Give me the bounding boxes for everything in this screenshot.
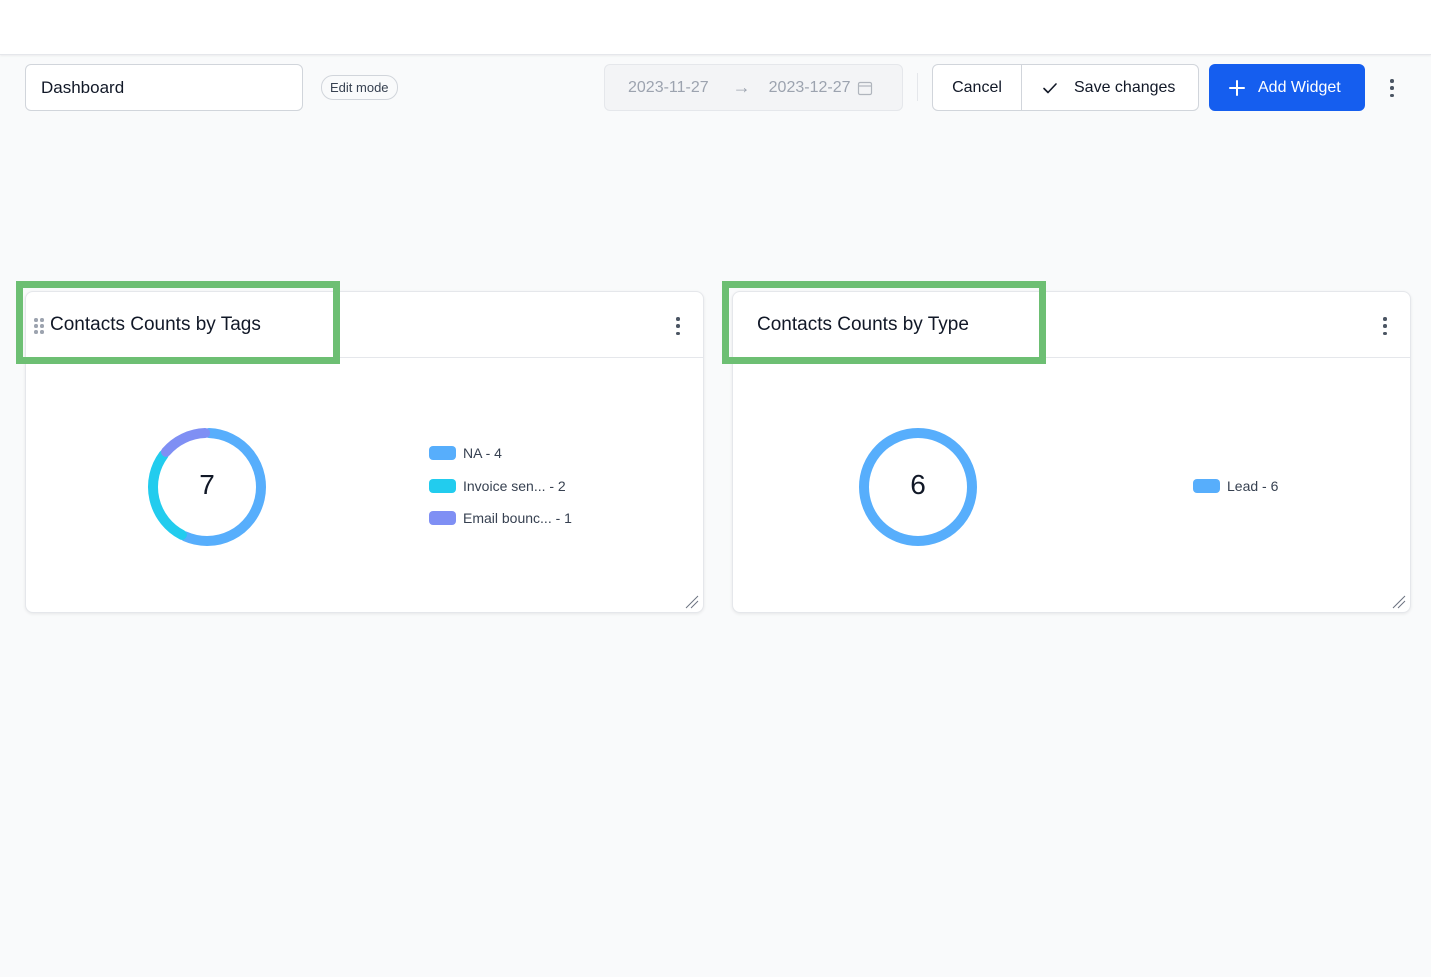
widget-card-type: Contacts Counts by Type 6 Lead - 6 xyxy=(732,291,1411,613)
legend-swatch xyxy=(429,446,456,460)
save-changes-label: Save changes xyxy=(1074,78,1176,96)
legend-item[interactable]: NA - 4 xyxy=(429,445,502,461)
date-end[interactable]: 2023-12-27 xyxy=(769,79,851,97)
cancel-button[interactable]: Cancel xyxy=(933,65,1022,110)
widget-title: Contacts Counts by Type xyxy=(757,314,969,335)
widget-more-icon[interactable] xyxy=(1382,317,1388,335)
arrow-right-icon: → xyxy=(732,77,751,97)
drag-handle-icon[interactable] xyxy=(34,318,44,334)
legend-swatch xyxy=(429,479,456,493)
widget-more-icon[interactable] xyxy=(675,317,681,335)
plus-icon xyxy=(1229,79,1245,96)
legend-label: Email bounc... - 1 xyxy=(463,510,572,526)
add-widget-label: Add Widget xyxy=(1258,78,1341,96)
resize-handle-icon[interactable] xyxy=(685,595,699,609)
edit-actions-group: Cancel Save changes xyxy=(932,64,1199,111)
widget-title: Contacts Counts by Tags xyxy=(50,314,261,335)
edit-mode-badge: Edit mode xyxy=(321,75,398,100)
check-icon xyxy=(1043,82,1057,93)
legend-item[interactable]: Invoice sen... - 2 xyxy=(429,478,566,494)
donut-total: 7 xyxy=(199,469,215,500)
donut-segment[interactable] xyxy=(160,428,211,457)
cancel-button-label: Cancel xyxy=(952,78,1002,96)
legend-item[interactable]: Lead - 6 xyxy=(1193,478,1278,494)
date-start[interactable]: 2023-11-27 xyxy=(628,79,709,97)
legend-label: NA - 4 xyxy=(463,445,502,461)
date-range-picker[interactable]: 2023-11-27 → 2023-12-27 xyxy=(604,64,903,111)
legend-label: Lead - 6 xyxy=(1227,478,1279,494)
legend-swatch xyxy=(1193,479,1220,493)
legend-label: Invoice sen... - 2 xyxy=(463,478,566,494)
toolbar-divider xyxy=(917,73,918,101)
widget-header: Contacts Counts by Type xyxy=(733,292,1410,358)
widget-card-tags: Contacts Counts by Tags 7 NA - 4 Invoice… xyxy=(25,291,704,613)
calendar-icon xyxy=(857,81,872,95)
add-widget-button[interactable]: Add Widget xyxy=(1209,64,1365,111)
donut-total: 6 xyxy=(910,469,926,500)
dashboard-name-input[interactable] xyxy=(25,64,303,111)
legend-item[interactable]: Email bounc... - 1 xyxy=(429,510,572,526)
top-navigation-bar xyxy=(0,0,1431,55)
widget-header: Contacts Counts by Tags xyxy=(26,292,703,358)
dashboard-more-icon[interactable] xyxy=(1389,79,1395,97)
legend-swatch xyxy=(429,511,456,525)
resize-handle-icon[interactable] xyxy=(1392,595,1406,609)
save-changes-button[interactable]: Save changes xyxy=(1022,65,1198,110)
